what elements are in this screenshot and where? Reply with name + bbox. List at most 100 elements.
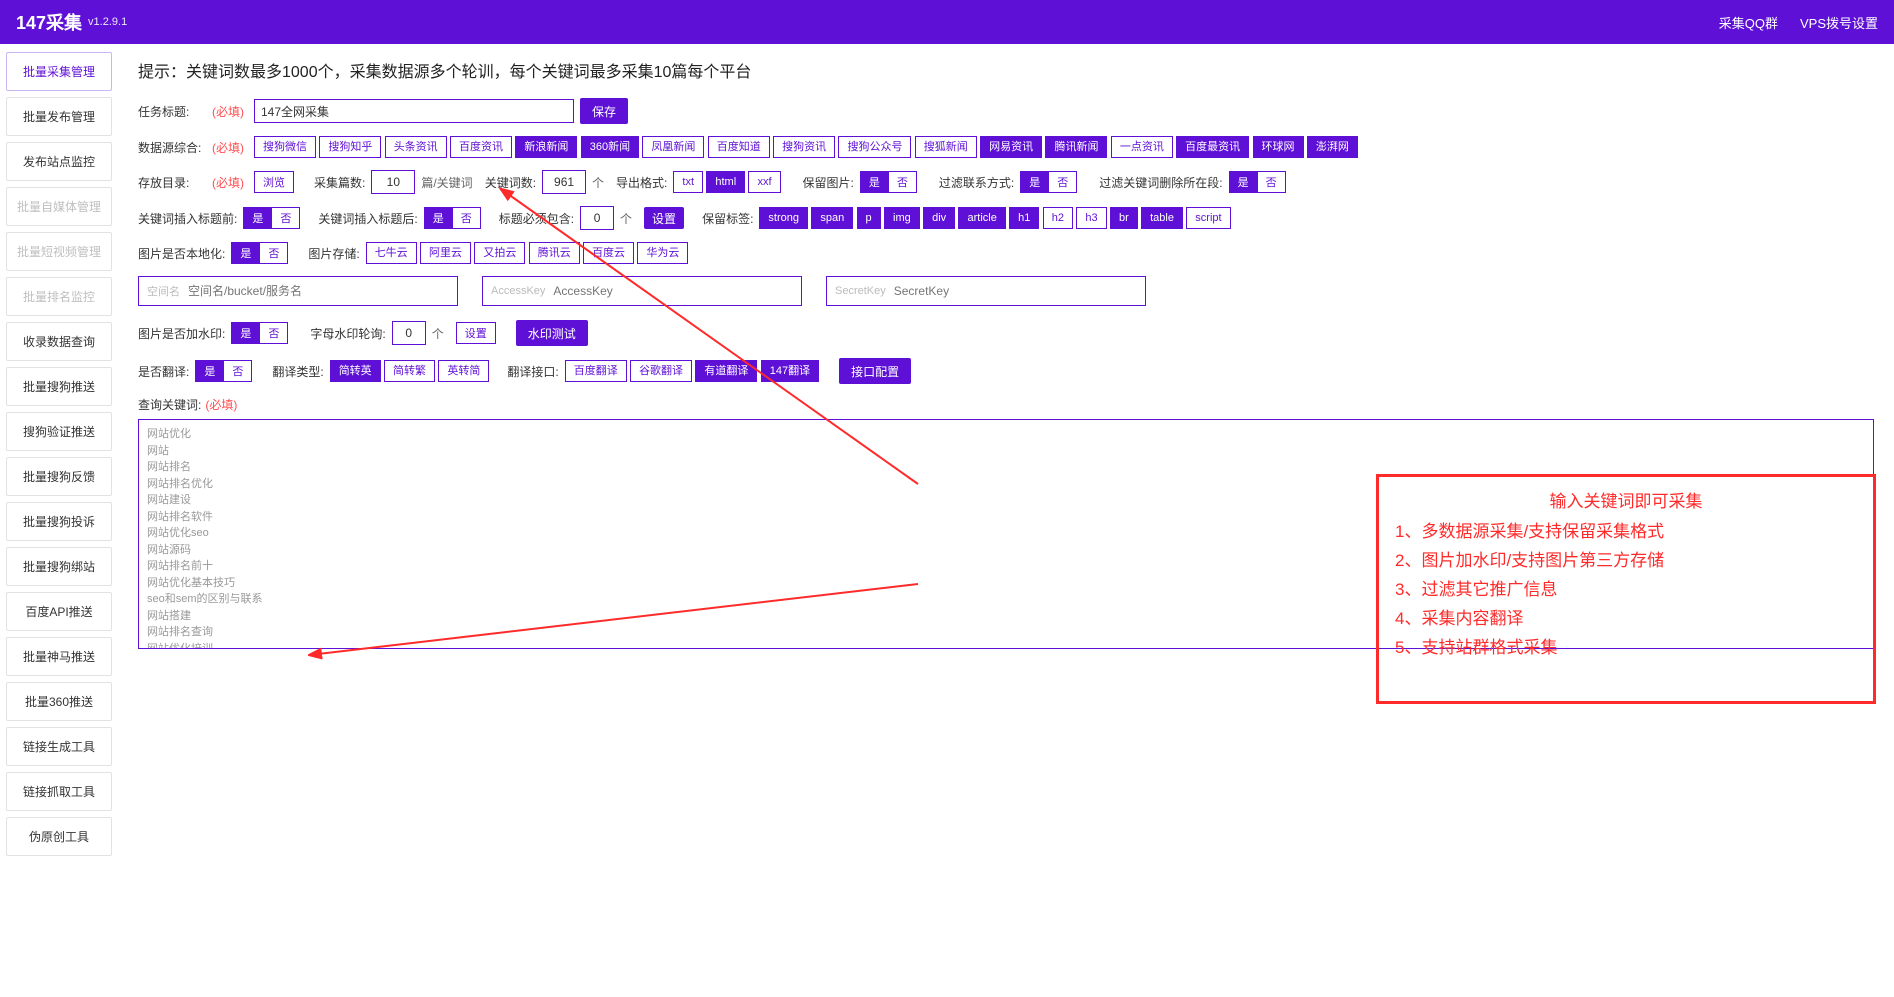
source-tag-9[interactable]: 搜狗公众号 [838,136,911,158]
image-localize-label: 图片是否本地化: [138,245,225,262]
insert-before-否[interactable]: 否 [272,207,300,229]
browse-button[interactable]: 浏览 [254,171,294,193]
source-tag-4[interactable]: 新浪新闻 [515,136,577,158]
watermark-set-button[interactable]: 设置 [456,322,496,344]
translate-api-2[interactable]: 有道翻译 [695,360,757,382]
sidebar-item-8[interactable]: 搜狗验证推送 [6,412,112,451]
image-store-0[interactable]: 七牛云 [366,242,417,264]
keep-tag-10[interactable]: table [1141,207,1183,229]
secretkey-input[interactable] [894,284,1137,298]
keep-tag-4[interactable]: div [923,207,955,229]
title-must-set-button[interactable]: 设置 [644,207,684,229]
image-store-2[interactable]: 又拍云 [474,242,525,264]
sidebar-item-13[interactable]: 批量神马推送 [6,637,112,676]
sidebar-item-10[interactable]: 批量搜狗投诉 [6,502,112,541]
source-tag-11[interactable]: 网易资讯 [980,136,1042,158]
translate-否[interactable]: 否 [224,360,252,382]
sidebar-item-6[interactable]: 收录数据查询 [6,322,112,361]
translate-type-0[interactable]: 简转英 [330,360,381,382]
source-tag-16[interactable]: 澎湃网 [1307,136,1358,158]
image-store-5[interactable]: 华为云 [637,242,688,264]
save-button[interactable]: 保存 [580,98,628,124]
secretkey-field[interactable]: SecretKey [826,276,1146,306]
task-title-label: 任务标题: [138,103,206,120]
source-tag-6[interactable]: 凤凰新闻 [642,136,704,158]
sidebar-item-9[interactable]: 批量搜狗反馈 [6,457,112,496]
link-qq-group[interactable]: 采集QQ群 [1719,13,1778,32]
image-localize-是[interactable]: 是 [231,242,260,264]
sidebar-item-7[interactable]: 批量搜狗推送 [6,367,112,406]
export-format-2[interactable]: xxf [748,171,780,193]
export-format-1[interactable]: html [706,171,745,193]
translate-type-1[interactable]: 简转繁 [384,360,435,382]
export-format-0[interactable]: txt [673,171,703,193]
source-tag-0[interactable]: 搜狗微信 [254,136,316,158]
source-tag-15[interactable]: 环球网 [1253,136,1304,158]
accesskey-input[interactable] [553,284,793,298]
bucket-field[interactable]: 空间名 [138,276,458,306]
source-tag-8[interactable]: 搜狗资讯 [773,136,835,158]
source-tag-3[interactable]: 百度资讯 [450,136,512,158]
keep-tag-1[interactable]: span [811,207,853,229]
sidebar-item-0[interactable]: 批量采集管理 [6,52,112,91]
keep-tag-7[interactable]: h2 [1043,207,1073,229]
source-tag-14[interactable]: 百度最资讯 [1176,136,1249,158]
collect-count-input[interactable] [371,170,415,194]
keep-tag-0[interactable]: strong [759,207,808,229]
accesskey-field[interactable]: AccessKey [482,276,802,306]
sidebar-item-2[interactable]: 发布站点监控 [6,142,112,181]
bucket-input[interactable] [188,284,449,298]
translate-api-1[interactable]: 谷歌翻译 [630,360,692,382]
insert-before-label: 关键词插入标题前: [138,210,237,227]
sidebar-item-17[interactable]: 伪原创工具 [6,817,112,856]
keep-tag-5[interactable]: article [958,207,1005,229]
watermark-rotation-input[interactable] [392,321,426,345]
task-title-input[interactable] [254,99,574,123]
keep-image-是[interactable]: 是 [860,171,889,193]
link-vps-dial[interactable]: VPS拨号设置 [1800,13,1878,32]
translate-config-button[interactable]: 接口配置 [839,358,911,384]
keep-tag-3[interactable]: img [884,207,920,229]
sidebar-item-14[interactable]: 批量360推送 [6,682,112,721]
filter-kw-del-否[interactable]: 否 [1258,171,1286,193]
filter-contact-是[interactable]: 是 [1020,171,1049,193]
keyword-count-input[interactable] [542,170,586,194]
sidebar-item-15[interactable]: 链接生成工具 [6,727,112,766]
image-store-1[interactable]: 阿里云 [420,242,471,264]
keep-tag-6[interactable]: h1 [1009,207,1039,229]
source-tag-10[interactable]: 搜狐新闻 [915,136,977,158]
image-store-3[interactable]: 腾讯云 [529,242,580,264]
insert-after-是[interactable]: 是 [424,207,453,229]
source-tag-12[interactable]: 腾讯新闻 [1045,136,1107,158]
translate-api-0[interactable]: 百度翻译 [565,360,627,382]
image-localize-否[interactable]: 否 [260,242,288,264]
keep-tag-9[interactable]: br [1110,207,1138,229]
source-tag-13[interactable]: 一点资讯 [1111,136,1173,158]
image-store-4[interactable]: 百度云 [583,242,634,264]
watermark-是[interactable]: 是 [231,322,260,344]
sidebar-item-12[interactable]: 百度API推送 [6,592,112,631]
insert-before-是[interactable]: 是 [243,207,272,229]
translate-是[interactable]: 是 [195,360,224,382]
keep-tag-8[interactable]: h3 [1076,207,1106,229]
filter-contact-否[interactable]: 否 [1049,171,1077,193]
sidebar-item-1[interactable]: 批量发布管理 [6,97,112,136]
source-tag-5[interactable]: 360新闻 [581,136,639,158]
source-tag-7[interactable]: 百度知道 [708,136,770,158]
sidebar-item-16[interactable]: 链接抓取工具 [6,772,112,811]
keep-tag-11[interactable]: script [1186,207,1230,229]
sidebar-item-11[interactable]: 批量搜狗绑站 [6,547,112,586]
title-must-count-input[interactable] [580,206,614,230]
watermark-否[interactable]: 否 [260,322,288,344]
watermark-test-button[interactable]: 水印测试 [516,320,588,346]
filter-kw-del-是[interactable]: 是 [1229,171,1258,193]
keep-tag-2[interactable]: p [857,207,881,229]
translate-type-2[interactable]: 英转简 [438,360,489,382]
source-tag-2[interactable]: 头条资讯 [385,136,447,158]
insert-after-否[interactable]: 否 [453,207,481,229]
annotation-line-2: 2、图片加水印/支持图片第三方存储 [1395,547,1857,576]
source-tag-1[interactable]: 搜狗知乎 [319,136,381,158]
translate-api-3[interactable]: 147翻译 [761,360,819,382]
annotation-box: 输入关键词即可采集 1、多数据源采集/支持保留采集格式 2、图片加水印/支持图片… [1376,474,1876,704]
keep-image-否[interactable]: 否 [889,171,917,193]
